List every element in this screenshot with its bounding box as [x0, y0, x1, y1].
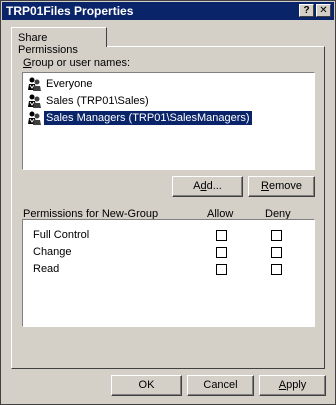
window-title: TRP01Files Properties — [6, 4, 134, 18]
ok-button-label: OK — [138, 379, 155, 391]
deny-checkbox[interactable] — [271, 264, 282, 275]
ok-button[interactable]: OK — [111, 375, 182, 396]
title-bar[interactable]: TRP01Files Properties ? ✕ — [2, 2, 334, 20]
allow-checkbox[interactable] — [216, 264, 227, 275]
permissions-list: Full Control Change Read — [22, 219, 315, 327]
permission-row: Read — [23, 262, 313, 278]
remove-button[interactable]: Remove — [248, 176, 315, 197]
permission-name: Read — [33, 263, 60, 275]
apply-button[interactable]: Apply — [259, 375, 326, 396]
cancel-button[interactable]: Cancel — [187, 375, 254, 396]
deny-checkbox[interactable] — [271, 247, 282, 258]
add-button[interactable]: Add... — [172, 176, 243, 197]
group-icon — [28, 94, 41, 108]
permission-name: Change — [33, 246, 72, 258]
group-list-label: Group or user names: — [23, 57, 130, 69]
close-button[interactable]: ✕ — [316, 4, 331, 17]
permission-row: Change — [23, 245, 313, 261]
list-item[interactable]: Everyone — [25, 76, 312, 92]
tab-label: Share Permissions — [18, 32, 78, 56]
allow-checkbox[interactable] — [216, 247, 227, 258]
apply-button-label: Apply — [278, 379, 307, 391]
tab-share-permissions[interactable]: Share Permissions — [11, 27, 107, 56]
add-button-label: Add... — [193, 180, 222, 192]
group-icon — [28, 111, 41, 125]
remove-button-label: Remove — [261, 180, 302, 192]
list-item[interactable]: Sales (TRP01\Sales) — [25, 93, 312, 109]
permission-row: Full Control — [23, 228, 313, 244]
group-user-list[interactable]: Everyone Sales (TRP01\Sales) Sales Manag… — [22, 72, 315, 170]
list-item-selected[interactable]: Sales Managers (TRP01\SalesManagers) — [25, 110, 312, 126]
group-icon — [28, 77, 41, 91]
permission-name: Full Control — [33, 229, 90, 241]
list-item-label: Sales Managers (TRP01\SalesManagers) — [44, 111, 252, 125]
help-button[interactable]: ? — [299, 4, 314, 17]
cancel-button-label: Cancel — [203, 379, 238, 391]
list-item-label: Everyone — [46, 78, 93, 90]
allow-checkbox[interactable] — [216, 230, 227, 241]
list-item-label: Sales (TRP01\Sales) — [46, 95, 149, 107]
deny-checkbox[interactable] — [271, 230, 282, 241]
properties-dialog: TRP01Files Properties ? ✕ Share Permissi… — [0, 0, 336, 405]
